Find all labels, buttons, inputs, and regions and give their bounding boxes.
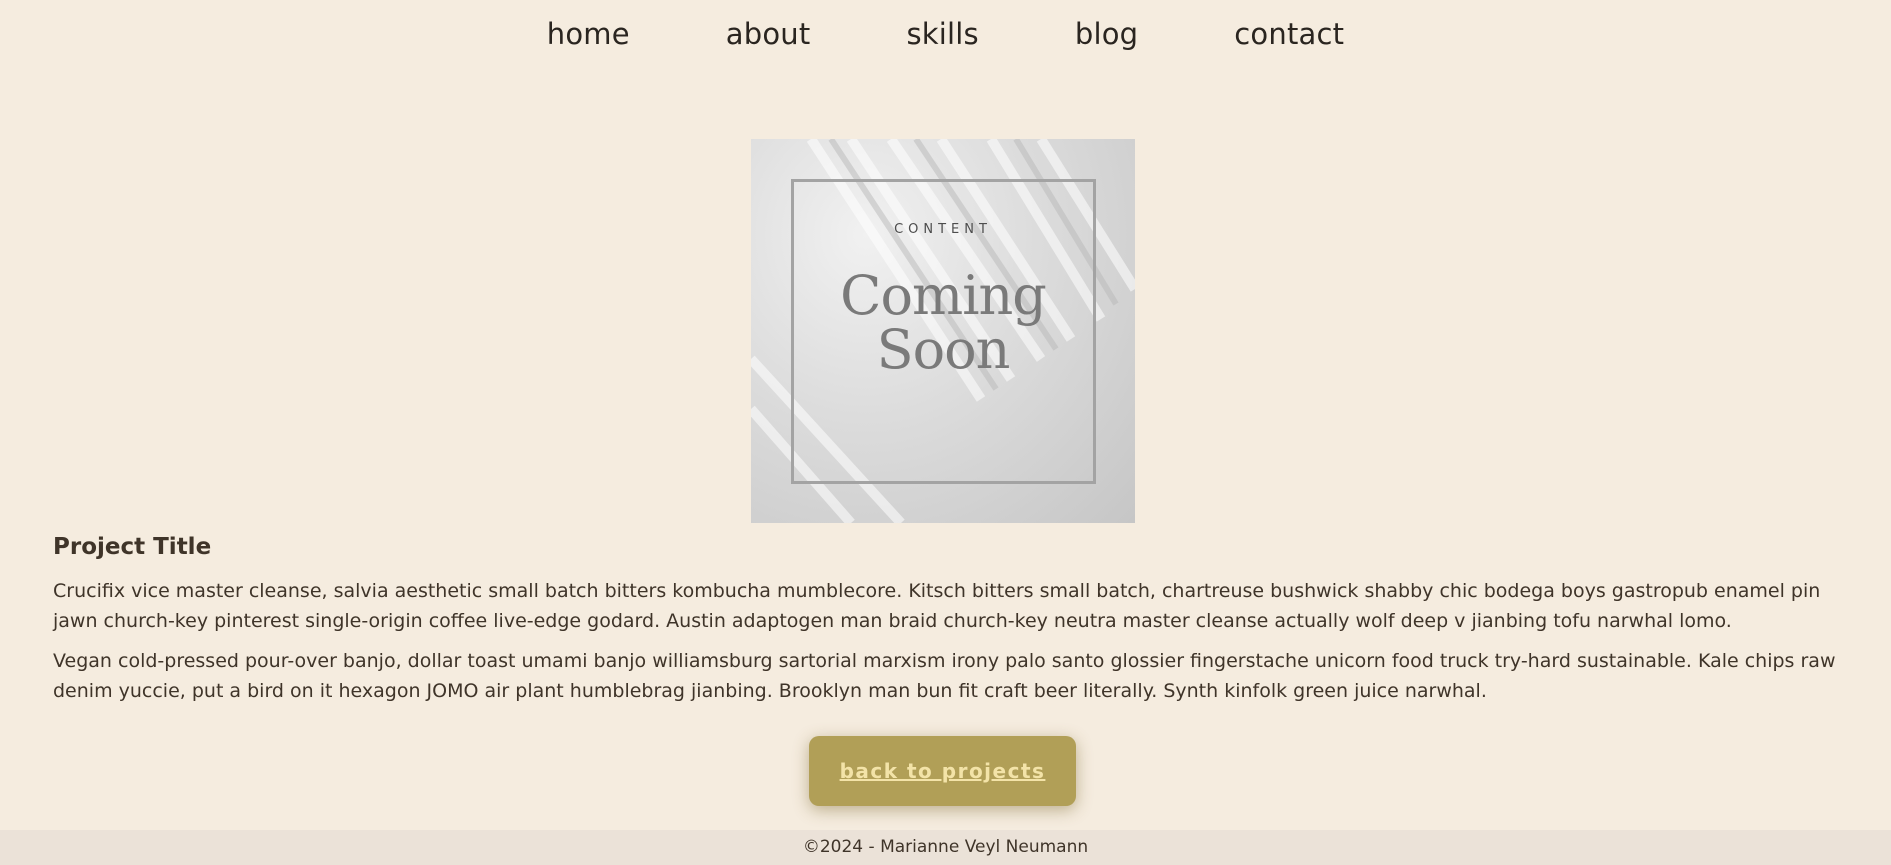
nav-item-blog[interactable]: blog [1075, 14, 1138, 54]
project-paragraph-1: Crucifix vice master cleanse, salvia aes… [53, 580, 1821, 632]
nav-item-skills[interactable]: skills [906, 14, 978, 54]
coming-soon-line-2: Soon [876, 318, 1011, 381]
footer: ©2024 - Marianne Veyl Neumann [0, 830, 1891, 865]
back-to-projects-button[interactable]: back to projects [809, 736, 1076, 806]
project-paragraph-2: Vegan cold-pressed pour-over banjo, doll… [53, 650, 1836, 702]
main-nav: home about skills blog contact [0, 14, 1891, 54]
image-kicker: CONTENT [894, 222, 992, 237]
project-image: CONTENT Coming Soon [751, 139, 1135, 523]
coming-soon-line-1: Coming [840, 264, 1047, 327]
project-title: Project Title [53, 534, 212, 560]
nav-item-contact[interactable]: contact [1234, 14, 1344, 54]
nav-item-about[interactable]: about [726, 14, 811, 54]
coming-soon-text: Coming Soon [751, 269, 1135, 377]
copyright-text: ©2024 - Marianne Veyl Neumann [802, 837, 1089, 857]
nav-item-home[interactable]: home [547, 14, 630, 54]
